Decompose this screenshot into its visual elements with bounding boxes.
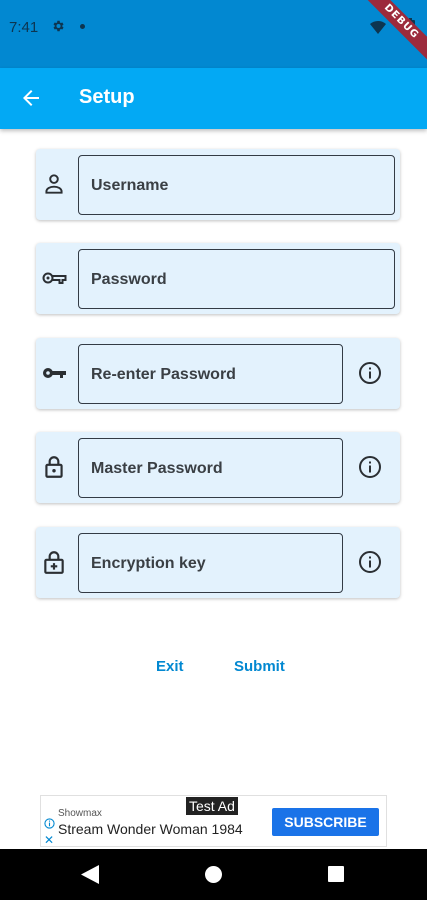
info-icon[interactable]: [358, 550, 382, 574]
lock-plus-icon: [44, 551, 64, 574]
system-nav-bar: [0, 849, 427, 900]
lock-icon: [45, 456, 63, 478]
settings-icon: [53, 20, 64, 32]
key-outline-icon: [42, 272, 67, 284]
nav-back-icon[interactable]: [81, 865, 99, 884]
page-title: Setup: [79, 86, 135, 108]
submit-button[interactable]: Submit: [234, 658, 285, 675]
back-arrow-icon[interactable]: [19, 86, 43, 110]
master-password-card: Master Password: [36, 432, 400, 503]
password-label: Password: [91, 271, 167, 288]
ad-banner[interactable]: Test Ad Showmax Stream Wonder Woman 1984…: [40, 795, 387, 847]
password-input[interactable]: Password: [78, 249, 395, 309]
reenter-password-input[interactable]: Re-enter Password: [78, 344, 343, 404]
notification-dot-icon: [80, 24, 85, 29]
master-password-label: Master Password: [91, 460, 223, 477]
ad-headline[interactable]: Stream Wonder Woman 1984: [58, 821, 243, 837]
subscribe-button[interactable]: SUBSCRIBE: [272, 808, 379, 836]
password-card: Password: [36, 243, 400, 314]
debug-banner: DEBUG: [352, 0, 427, 71]
info-icon[interactable]: [358, 455, 382, 479]
exit-button[interactable]: Exit: [156, 658, 184, 675]
status-time: 7:41: [9, 19, 39, 36]
wifi-icon: [370, 20, 386, 34]
encryption-key-label: Encryption key: [91, 555, 206, 572]
status-bar: 7:41 DEBUG: [0, 0, 427, 71]
username-input[interactable]: Username: [78, 155, 395, 215]
app-bar: Setup: [0, 68, 427, 129]
nav-home-icon[interactable]: [205, 866, 222, 883]
username-card: Username: [36, 149, 400, 220]
nav-recents-icon[interactable]: [328, 866, 344, 882]
reenter-password-label: Re-enter Password: [91, 366, 236, 383]
ad-close-icon[interactable]: ✕: [44, 833, 54, 847]
username-label: Username: [91, 177, 169, 194]
person-icon: [45, 174, 63, 194]
ad-tag: Test Ad: [186, 797, 238, 815]
encryption-key-input[interactable]: Encryption key: [78, 533, 343, 593]
ad-advertiser: Showmax: [58, 808, 102, 819]
master-password-input[interactable]: Master Password: [78, 438, 343, 498]
key-icon: [43, 368, 66, 378]
encryption-key-card: Encryption key: [36, 527, 400, 598]
ad-info-icon[interactable]: [44, 818, 55, 829]
info-icon[interactable]: [358, 361, 382, 385]
reenter-password-card: Re-enter Password: [36, 338, 400, 409]
